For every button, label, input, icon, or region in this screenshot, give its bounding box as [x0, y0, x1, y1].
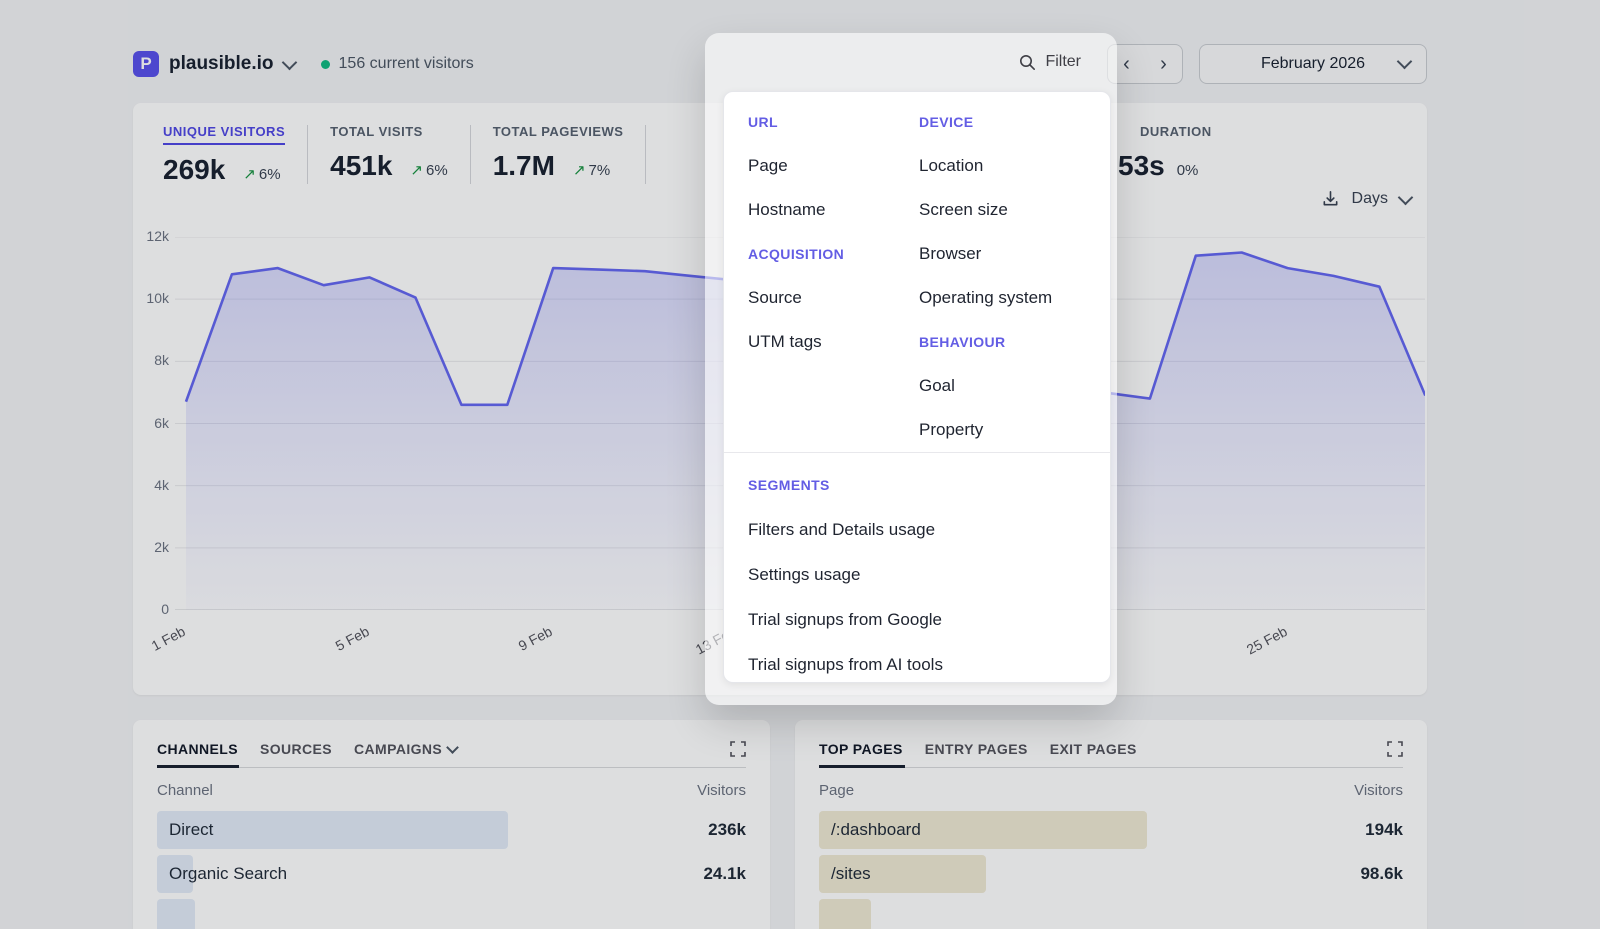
menu-item-location[interactable]: Location [919, 144, 1110, 188]
search-icon [1019, 54, 1036, 71]
segment-item[interactable]: Filters and Details usage [748, 507, 1110, 552]
section-title-url: URL [748, 100, 919, 144]
segment-item[interactable]: Trial signups from Google [748, 597, 1110, 642]
segment-item[interactable]: Trial signups from AI tools [748, 642, 1110, 683]
menu-item-source[interactable]: Source [748, 276, 919, 320]
menu-item-screen-size[interactable]: Screen size [919, 188, 1110, 232]
menu-item-goal[interactable]: Goal [919, 364, 1110, 408]
section-title-acquisition: ACQUISITION [748, 232, 919, 276]
menu-item-hostname[interactable]: Hostname [748, 188, 919, 232]
filter-menu-column-1: URL Page Hostname ACQUISITION Source UTM… [748, 100, 919, 452]
menu-item-property[interactable]: Property [919, 408, 1110, 452]
segments-section: SEGMENTS Filters and Details usageSettin… [724, 453, 1110, 683]
menu-item-browser[interactable]: Browser [919, 232, 1110, 276]
filter-menu-column-2: DEVICE Location Screen size Browser Oper… [919, 100, 1110, 452]
section-title-device: DEVICE [919, 100, 1110, 144]
menu-item-utm-tags[interactable]: UTM tags [748, 320, 919, 364]
menu-item-operating-system[interactable]: Operating system [919, 276, 1110, 320]
plausible-dashboard: P plausible.io 156 current visitors ‹ › … [0, 0, 1600, 929]
filter-search-label: Filter [1045, 53, 1081, 71]
filter-search[interactable]: Filter [705, 33, 1117, 91]
segment-item[interactable]: Settings usage [748, 552, 1110, 597]
filter-menu: URL Page Hostname ACQUISITION Source UTM… [723, 91, 1111, 683]
menu-item-page[interactable]: Page [748, 144, 919, 188]
section-title-segments: SEGMENTS [748, 463, 1110, 507]
filter-popup: Filter URL Page Hostname ACQUISITION Sou… [705, 33, 1117, 705]
section-title-behaviour: BEHAVIOUR [919, 320, 1110, 364]
